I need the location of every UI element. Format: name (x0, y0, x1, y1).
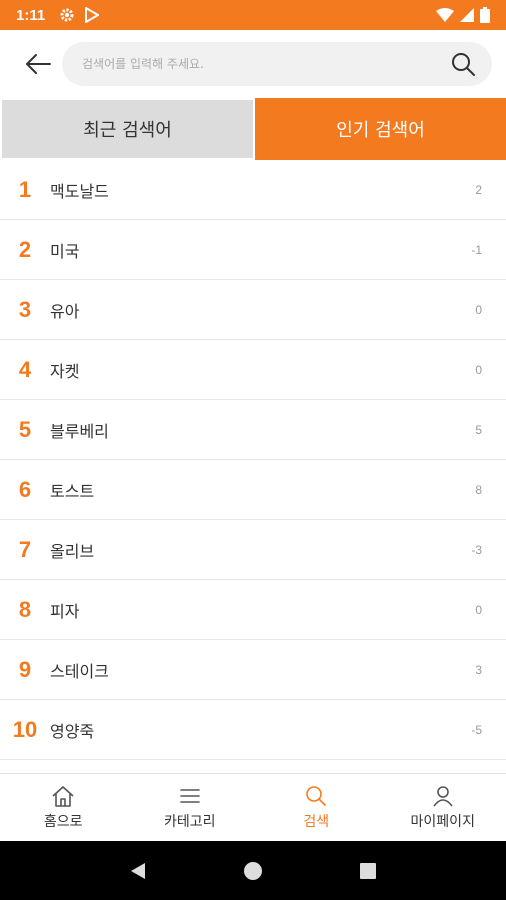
status-left-icons (59, 7, 100, 23)
rank-change: 5 (475, 422, 482, 437)
back-arrow-icon (26, 54, 51, 74)
search-header (0, 30, 506, 98)
nav-mypage[interactable]: 마이페이지 (380, 774, 506, 842)
wifi-icon (436, 8, 454, 22)
rank-change: 2 (475, 182, 482, 197)
nav-search-label: 검색 (303, 814, 330, 830)
signal-icon (460, 8, 474, 22)
list-item[interactable]: 3 유아 0 (0, 280, 506, 340)
tab-recent-searches[interactable]: 최근 검색어 (0, 98, 255, 160)
rank-number: 10 (12, 716, 38, 742)
rank-number: 2 (18, 236, 32, 262)
home-circle-icon[interactable] (243, 861, 263, 881)
list-item[interactable]: 1 맥도날드 2 (0, 160, 506, 220)
list-item[interactable]: 7 올리브 -3 (0, 520, 506, 580)
rank-number: 4 (18, 356, 32, 382)
rank-change: 3 (475, 662, 482, 677)
system-nav-bar (0, 841, 506, 900)
list-item[interactable]: 4 자켓 0 (0, 340, 506, 400)
keyword-label: 스테이크 (50, 661, 109, 681)
person-icon (433, 786, 453, 807)
keyword-label: 맥도날드 (50, 181, 109, 201)
nav-home[interactable]: 홈으로 (0, 774, 127, 842)
rank-change: 8 (475, 482, 482, 497)
recents-square-icon[interactable] (358, 861, 378, 881)
battery-icon (480, 7, 490, 23)
status-time: 1:11 (16, 6, 46, 24)
list-item[interactable]: 10 영양죽 -5 (0, 700, 506, 760)
bottom-nav: 홈으로 카테고리 검색 마이페이지 (0, 773, 506, 842)
list-item[interactable]: 2 미국 -1 (0, 220, 506, 280)
menu-icon (179, 789, 200, 803)
keyword-label: 올리브 (50, 541, 95, 561)
back-triangle-icon[interactable] (128, 861, 148, 881)
keyword-label: 영양죽 (50, 721, 95, 741)
keyword-label: 자켓 (50, 361, 80, 381)
keyword-label: 유아 (50, 301, 80, 321)
rank-number: 6 (18, 476, 32, 502)
rank-number: 8 (18, 596, 32, 622)
rank-change: -3 (471, 542, 482, 557)
tab-popular-searches[interactable]: 인기 검색어 (255, 98, 506, 160)
nav-mypage-label: 마이페이지 (410, 814, 475, 830)
nav-category-label: 카테고리 (163, 814, 216, 830)
search-icon (452, 53, 475, 76)
rank-change: 0 (475, 302, 482, 317)
list-item[interactable]: 9 스테이크 3 (0, 640, 506, 700)
search-field[interactable] (62, 42, 492, 86)
list-item[interactable]: 8 피자 0 (0, 580, 506, 640)
keyword-label: 토스트 (50, 481, 95, 501)
rank-change: -1 (471, 242, 482, 257)
status-right-icons (436, 7, 490, 23)
search-input[interactable] (80, 56, 444, 72)
rank-number: 7 (18, 536, 32, 562)
rank-change: 0 (475, 362, 482, 377)
keyword-label: 블루베리 (50, 421, 109, 441)
rank-number: 5 (18, 416, 32, 442)
nav-category[interactable]: 카테고리 (127, 774, 254, 842)
search-button[interactable] (450, 51, 476, 77)
popular-search-list: 1 맥도날드 2 2 미국 -1 3 유아 0 4 자켓 0 5 블루베리 5 … (0, 160, 506, 760)
rank-number: 3 (18, 296, 32, 322)
rank-number: 9 (18, 656, 32, 682)
keyword-label: 미국 (50, 241, 80, 261)
back-button[interactable] (17, 43, 59, 85)
rank-number: 1 (18, 176, 32, 202)
play-store-icon (85, 7, 100, 23)
nav-home-label: 홈으로 (43, 814, 83, 830)
keyword-label: 피자 (50, 601, 80, 621)
nav-search[interactable]: 검색 (253, 774, 380, 842)
home-icon (52, 786, 74, 807)
rank-change: -5 (471, 722, 482, 737)
list-item[interactable]: 5 블루베리 5 (0, 400, 506, 460)
gear-icon (60, 8, 74, 22)
search-tabs: 최근 검색어 인기 검색어 (0, 98, 506, 160)
search-icon (306, 786, 327, 806)
status-bar: 1:11 (0, 0, 506, 30)
list-item[interactable]: 6 토스트 8 (0, 460, 506, 520)
rank-change: 0 (475, 602, 482, 617)
